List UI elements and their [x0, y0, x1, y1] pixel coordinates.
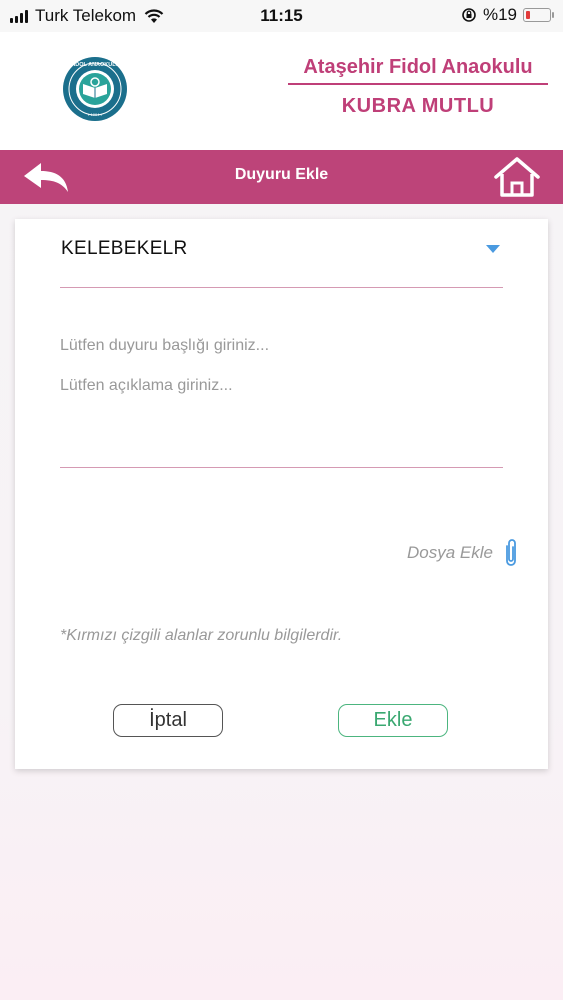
required-fields-note: *Kırmızı çizgili alanlar zorunlu bilgile…: [60, 627, 343, 644]
carrier-name: Turk Telekom: [35, 6, 137, 25]
add-button[interactable]: Ekle: [338, 704, 448, 737]
wifi-icon: [144, 8, 164, 23]
battery-icon: [523, 8, 554, 22]
school-info: Ataşehir Fidol Anaokulu KUBRA MUTLU: [288, 56, 548, 118]
announcement-title-input[interactable]: Lütfen duyuru başlığı giriniz...: [60, 337, 503, 361]
class-select[interactable]: KELEBEKELR: [60, 231, 503, 288]
school-name: Ataşehir Fidol Anaokulu: [288, 56, 548, 85]
announcement-form-card: KELEBEKELR Lütfen duyuru başlığı giriniz…: [15, 219, 548, 769]
status-bar: Turk Telekom 11:15 %19: [0, 0, 563, 32]
paperclip-icon: [506, 539, 516, 566]
attach-file-button[interactable]: Dosya Ekle: [407, 537, 519, 569]
signal-icon: [10, 9, 28, 23]
svg-text:FIDOL ANAOKULU: FIDOL ANAOKULU: [70, 62, 119, 68]
attach-file-label: Dosya Ekle: [407, 543, 493, 562]
announcement-description-input[interactable]: Lütfen açıklama giriniz...: [60, 377, 503, 468]
school-logo: FIDOL ANAOKULU • 1994 •: [63, 57, 127, 121]
nav-bar: Duyuru Ekle: [0, 150, 563, 204]
user-name: KUBRA MUTLU: [341, 95, 495, 117]
page-title: Duyuru Ekle: [234, 166, 329, 183]
home-icon[interactable]: [493, 156, 541, 198]
cancel-button[interactable]: İptal: [113, 704, 223, 737]
chevron-down-icon: [486, 245, 500, 253]
class-select-value: KELEBEKELR: [61, 238, 188, 259]
svg-text:• 1994 •: • 1994 •: [88, 112, 103, 117]
battery-percent: %19: [482, 5, 517, 24]
rotation-lock-icon: [462, 8, 476, 22]
